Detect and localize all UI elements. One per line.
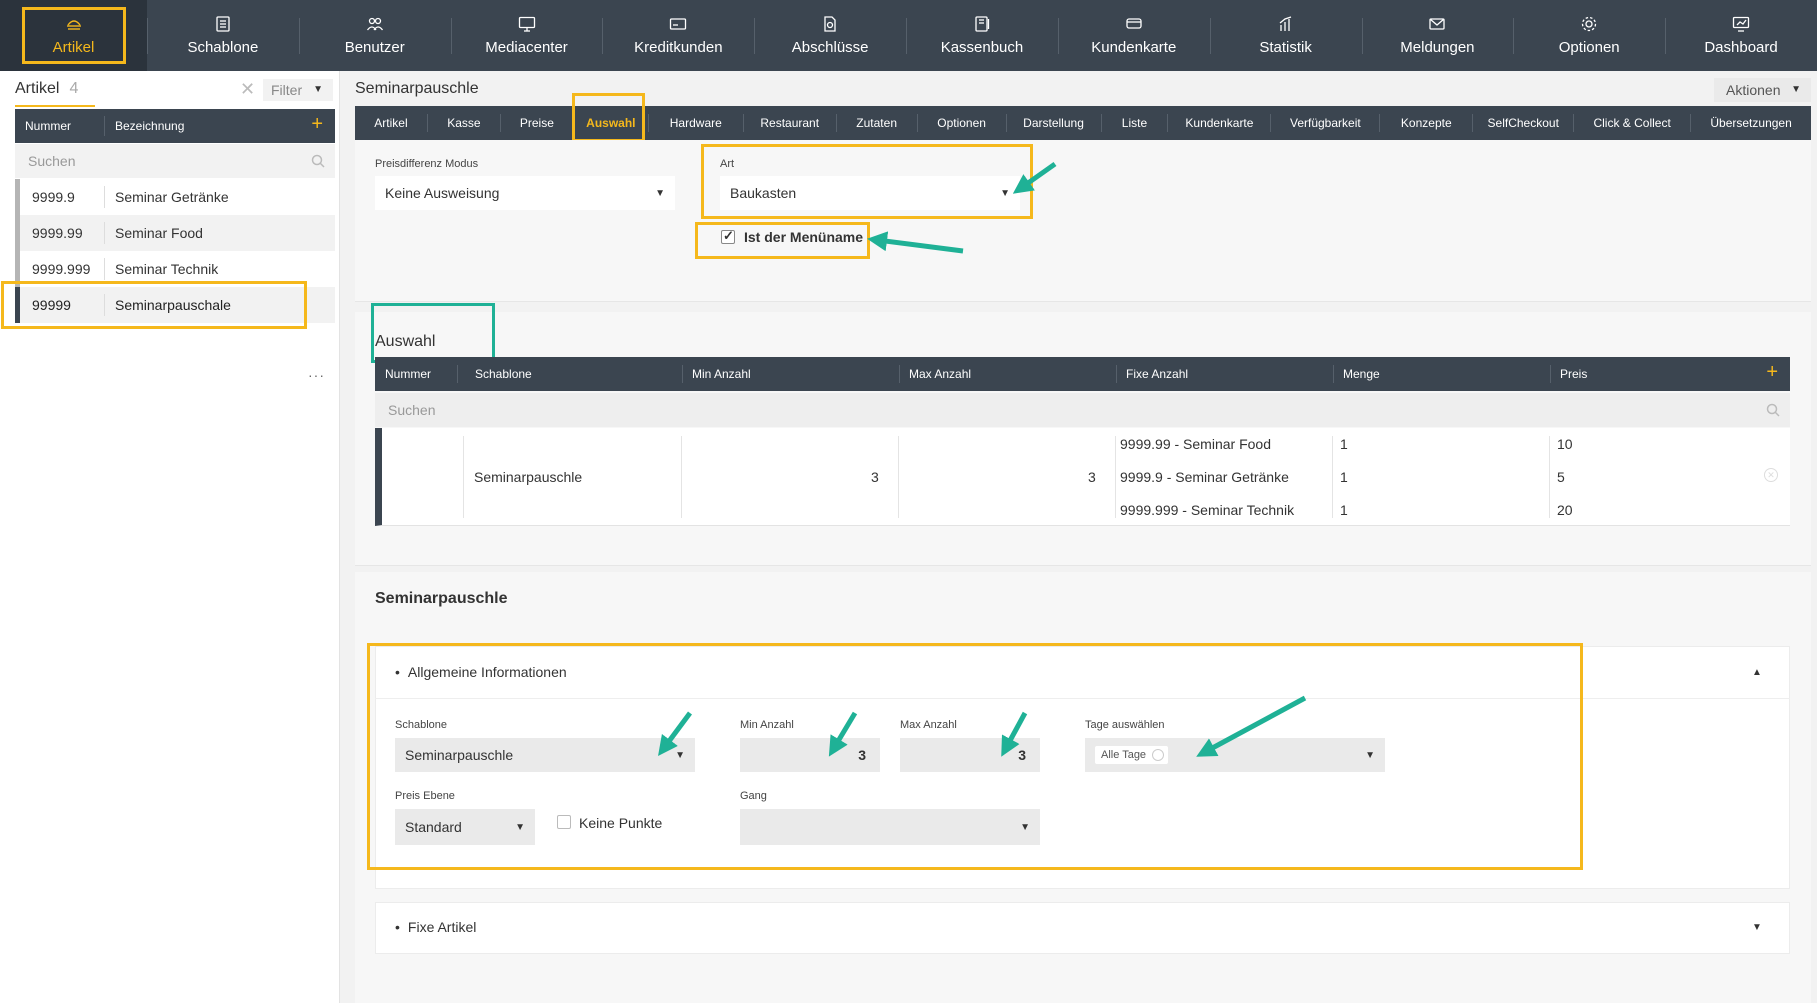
annotation-arrows	[658, 161, 1307, 757]
arrow-to-menu-name	[867, 231, 964, 254]
arrow-to-max-anzahl	[1001, 711, 1028, 757]
arrow-to-days	[1196, 695, 1307, 757]
arrow-to-art	[1012, 161, 1057, 194]
arrow-to-min-anzahl	[828, 711, 858, 757]
arrow-to-schablone	[658, 711, 693, 757]
